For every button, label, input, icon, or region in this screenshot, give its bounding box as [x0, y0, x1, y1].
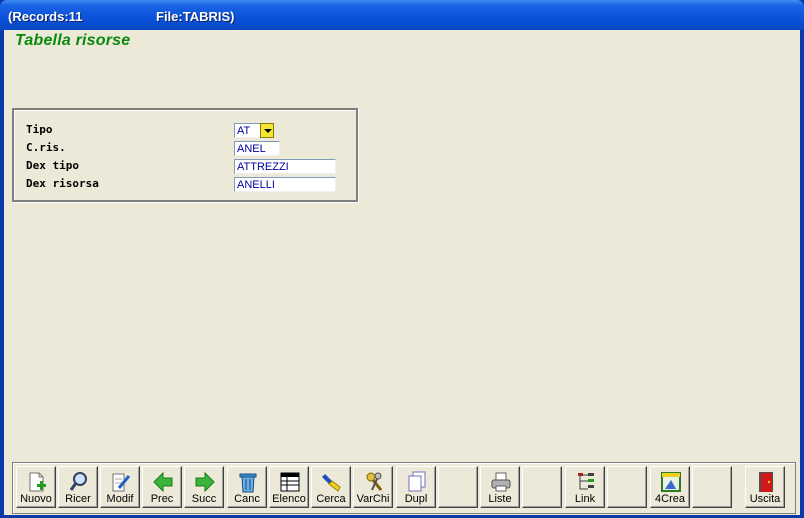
modif-button[interactable]: Modif: [100, 466, 140, 508]
duplicate-icon: [408, 471, 426, 492]
cerca-button[interactable]: Cerca: [311, 466, 351, 508]
succ-label: Succ: [191, 493, 217, 505]
fields-group: Tipo AT C.ris. ANEL Dex tipo ATTREZZI De…: [12, 108, 358, 202]
create-form-icon: [661, 472, 681, 492]
new-document-icon: [29, 472, 46, 492]
nuovo-button[interactable]: Nuovo: [16, 466, 56, 508]
ricer-label: Ricer: [65, 493, 91, 505]
dex-risorsa-label: Dex risorsa: [26, 177, 99, 190]
page-title: Tabella risorse: [15, 32, 131, 49]
title-bar: (Records:11 File:TABRIS): [0, 0, 804, 30]
canc-label: Canc: [234, 493, 260, 505]
empty-button-3[interactable]: [607, 466, 647, 508]
ricer-button[interactable]: Ricer: [58, 466, 98, 508]
crea-label: 4Crea: [655, 493, 685, 505]
dex-tipo-label: Dex tipo: [26, 159, 79, 172]
dupl-label: Dupl: [404, 493, 428, 505]
tipo-combo-input[interactable]: AT: [234, 123, 261, 138]
dex-tipo-input[interactable]: ATTREZZI: [234, 159, 336, 174]
trash-icon: [239, 473, 257, 493]
arrow-right-icon: [195, 471, 215, 493]
empty-button-1[interactable]: [438, 466, 478, 508]
cerca-label: Cerca: [316, 493, 346, 505]
dupl-button[interactable]: Dupl: [396, 466, 436, 508]
arrow-left-icon: [153, 471, 173, 493]
varchi-button[interactable]: VarChi: [353, 466, 393, 508]
keys-icon: [366, 472, 383, 491]
liste-button[interactable]: Liste: [480, 466, 520, 508]
bottom-toolbar: Nuovo Ricer Modif Prec Succ Canc Elenco …: [12, 462, 796, 514]
edit-document-icon: [112, 473, 131, 492]
succ-button[interactable]: Succ: [184, 466, 224, 508]
records-count: (Records:11: [8, 9, 83, 24]
cris-input[interactable]: ANEL: [234, 141, 280, 156]
crea-button[interactable]: 4Crea: [650, 466, 690, 508]
file-name: File:TABRIS): [156, 9, 235, 24]
uscita-label: Uscita: [749, 493, 781, 505]
exit-door-icon: [759, 472, 773, 492]
canc-button[interactable]: Canc: [227, 466, 267, 508]
dex-risorsa-input[interactable]: ANELLI: [234, 177, 336, 192]
prec-button[interactable]: Prec: [142, 466, 182, 508]
elenco-button[interactable]: Elenco: [269, 466, 309, 508]
prec-label: Prec: [150, 493, 174, 505]
elenco-label: Elenco: [272, 493, 306, 505]
uscita-button[interactable]: Uscita: [745, 466, 785, 508]
link-button[interactable]: Link: [565, 466, 605, 508]
varchi-label: VarChi: [356, 493, 390, 505]
magnifier-icon: [69, 472, 87, 491]
tipo-label: Tipo: [26, 123, 53, 136]
modif-label: Modif: [106, 493, 134, 505]
empty-button-4[interactable]: [692, 466, 732, 508]
flashlight-icon: [322, 474, 341, 492]
tipo-dropdown-button[interactable]: [260, 123, 274, 138]
client-area: Tabella risorse Tipo AT C.ris. ANEL Dex …: [4, 30, 800, 515]
tree-link-icon: [578, 473, 594, 490]
cris-label: C.ris.: [26, 141, 66, 154]
liste-label: Liste: [488, 493, 512, 505]
link-label: Link: [574, 493, 596, 505]
nuovo-label: Nuovo: [20, 493, 52, 505]
empty-button-2[interactable]: [522, 466, 562, 508]
table-list-icon: [280, 472, 300, 492]
printer-icon: [491, 472, 511, 492]
